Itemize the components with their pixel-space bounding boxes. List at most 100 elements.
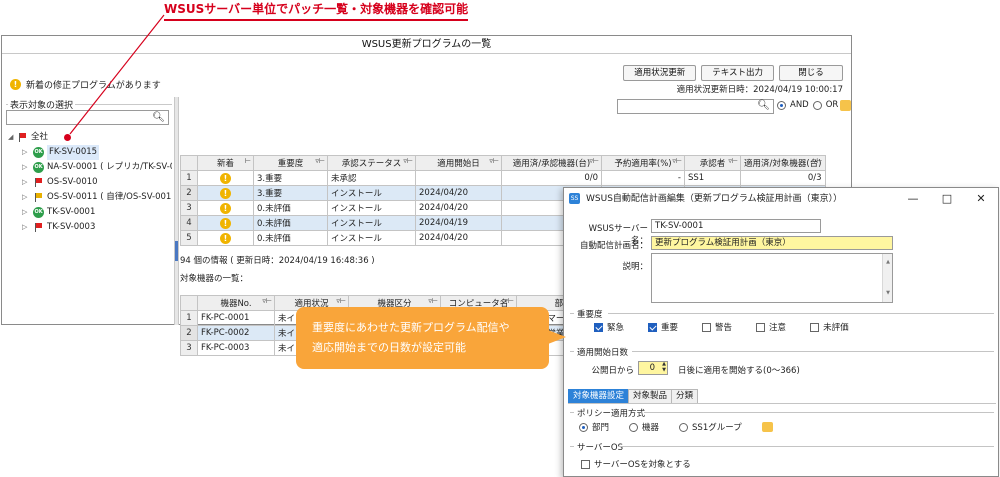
table-cell: FK-PC-0003 — [197, 340, 275, 356]
splitter-grip[interactable] — [175, 241, 178, 261]
severity-important-checkbox[interactable]: 重要 — [648, 321, 678, 333]
close-icon[interactable]: ✕ — [964, 188, 998, 210]
tree-item-root[interactable]: ◢ 全社 — [6, 130, 172, 145]
tree-item-label: OS-SV-0011 ( 自律/OS-SV-001 — [47, 192, 172, 202]
table-cell: インストール — [327, 215, 416, 231]
severity-unevaluated-checkbox[interactable]: 未評価 — [810, 321, 849, 333]
column-header[interactable]: 適用開始日 ▿⊢ — [415, 155, 502, 171]
collapse-arrow-icon[interactable]: ◢ — [8, 130, 16, 145]
feature-callout: 重要度にあわせた更新プログラム配信や 適応開始までの日数が設定可能 — [296, 307, 549, 369]
table-cell: 0.未評価 — [253, 230, 328, 246]
new-status-cell: ! — [197, 230, 254, 246]
tree-item-server[interactable]: ▷ OK TK-SV-0001 — [6, 205, 172, 220]
pane-splitter[interactable] — [174, 97, 179, 325]
grid-search-input[interactable]: 🔍︎ — [617, 99, 774, 114]
window-title: WSUS更新プログラムの一覧 — [2, 36, 851, 54]
column-header[interactable]: 新着 ⊢ — [197, 155, 254, 171]
red-flag-icon — [34, 178, 43, 187]
policy-device-radio[interactable]: 機器 — [629, 421, 659, 433]
column-header[interactable]: 機器No. ▿⊢ — [197, 295, 275, 311]
expand-arrow-icon[interactable]: ▷ — [22, 160, 30, 175]
column-header[interactable]: 承認者 ▿⊢ — [684, 155, 741, 171]
severity-warning-checkbox[interactable]: 警告 — [702, 321, 732, 333]
comment-icon[interactable] — [840, 100, 851, 111]
dialog-title: WSUS自動配信計画編集（更新プログラム検証用計画（東京）） — [586, 194, 843, 204]
table-cell: FK-PC-0002 — [197, 325, 275, 341]
column-header[interactable]: 重要度 ▿⊢ — [253, 155, 328, 171]
section-divider — [632, 351, 994, 352]
policy-section-title: ポリシー適用方式 — [577, 409, 646, 419]
server-os-checkbox[interactable]: サーバーOSを対象とする — [581, 458, 691, 470]
warning-icon: ! — [10, 79, 21, 90]
ok-badge-icon: OK — [33, 147, 44, 158]
expand-arrow-icon[interactable]: ▷ — [22, 205, 30, 220]
policy-department-radio[interactable]: 部門 — [579, 421, 609, 433]
policy-ss1-group-radio[interactable]: SS1グループ — [679, 421, 742, 433]
tree-item-label: TK-SV-0003 — [47, 222, 96, 232]
tab-target-devices[interactable]: 対象機器設定 — [568, 389, 630, 403]
table-row[interactable]: 1! 3.重要 未承認 0/0- SS1 0/3 — [180, 170, 826, 186]
stepper-arrows-icon[interactable]: ▲ ▼ — [662, 361, 666, 373]
scroll-up-icon[interactable]: ▲ — [883, 256, 893, 269]
tree-search-input[interactable]: 🔍︎ — [6, 110, 169, 125]
tree-item-server[interactable]: ▷ OK FK-SV-0015 — [6, 145, 172, 160]
expand-arrow-icon[interactable]: ▷ — [22, 190, 30, 205]
days-suffix-label: 日後に適用を開始する(0〜366) — [678, 366, 800, 376]
expand-arrow-icon[interactable]: ▷ — [22, 145, 30, 160]
search-icon[interactable]: 🔍︎ — [152, 112, 165, 123]
days-stepper[interactable]: 0 ▲ ▼ — [638, 361, 668, 375]
callout-caption: WSUSサーバー単位でパッチ一覧・対象機器を確認可能 — [164, 0, 469, 21]
text-export-button[interactable]: テキスト出力 — [701, 65, 774, 81]
table-cell — [415, 170, 502, 186]
column-header[interactable]: 承認ステータス ▿⊢ — [327, 155, 416, 171]
warning-icon: ! — [220, 217, 231, 229]
tree-item-server[interactable]: ▷ OS-SV-0010 — [6, 175, 172, 190]
policy-radio-group: 部門 機器 SS1グループ — [579, 421, 773, 433]
and-radio[interactable] — [777, 100, 786, 110]
new-status-cell: ! — [197, 170, 254, 186]
severity-section-title: 重要度 — [577, 310, 603, 320]
maximize-icon[interactable]: □ — [930, 188, 964, 210]
callout-line-2: 適応開始までの日数が設定可能 — [312, 341, 466, 354]
or-radio[interactable] — [812, 100, 822, 110]
new-status-cell: ! — [197, 200, 254, 216]
tree-item-label: TK-SV-0001 — [47, 207, 96, 217]
search-icon[interactable]: 🔍︎ — [757, 100, 770, 111]
tab-target-products[interactable]: 対象製品 — [628, 389, 673, 403]
tree-item-server[interactable]: ▷ OS-SV-0011 ( 自律/OS-SV-001 — [6, 190, 172, 205]
tree: ◢ 全社 ▷ OK FK-SV-0015 ▷ OK NA-SV-0001 ( レ… — [6, 130, 172, 235]
refresh-status-button[interactable]: 適用状況更新 — [623, 65, 697, 81]
section-divider — [570, 412, 574, 413]
column-header[interactable]: 予約適用率(%) ▿⊢ — [601, 155, 685, 171]
expand-arrow-icon[interactable]: ▷ — [22, 220, 30, 235]
minimize-icon[interactable]: — — [896, 188, 930, 210]
plan-name-field[interactable]: 更新プログラム検証用計画（東京） — [651, 236, 893, 250]
tree-item-server[interactable]: ▷ OK NA-SV-0001 ( レプリカ/TK-SV-00 — [6, 160, 172, 175]
tree-item-label: FK-SV-0015 — [47, 145, 100, 160]
table-cell: 3.重要 — [253, 170, 328, 186]
section-divider — [644, 412, 994, 413]
tree-item-label: OS-SV-0010 — [47, 177, 98, 187]
info-text: 新着の修正プログラムがあります — [26, 81, 161, 91]
row-number: 5 — [180, 230, 198, 246]
table-cell: 2024/04/20 — [415, 185, 502, 201]
tab-classification[interactable]: 分類 — [671, 389, 699, 403]
new-status-cell: ! — [197, 185, 254, 201]
description-scrollbar[interactable]: ▲ ▼ — [882, 254, 892, 302]
tree-item-server[interactable]: ▷ TK-SV-0003 — [6, 220, 172, 235]
column-header[interactable]: 適用済/対象機器(台) ▿⊢ — [740, 155, 826, 171]
scroll-down-icon[interactable]: ▼ — [883, 287, 893, 300]
section-divider — [570, 446, 574, 447]
severity-critical-checkbox[interactable]: 緊急 — [594, 321, 624, 333]
column-header[interactable]: 適用済/承認機器(台) ▿⊢ — [501, 155, 602, 171]
expand-arrow-icon[interactable]: ▷ — [22, 175, 30, 190]
warning-icon: ! — [220, 232, 231, 244]
comment-icon[interactable] — [761, 422, 773, 432]
app-icon: SS — [569, 193, 580, 204]
ok-badge-icon: OK — [33, 207, 44, 218]
settings-tabs: 対象機器設定 対象製品 分類 — [568, 389, 699, 403]
close-button[interactable]: 閉じる — [779, 65, 843, 81]
row-number-header — [180, 295, 198, 311]
severity-caution-checkbox[interactable]: 注意 — [756, 321, 786, 333]
description-textarea[interactable]: ▲ ▼ — [651, 253, 893, 303]
